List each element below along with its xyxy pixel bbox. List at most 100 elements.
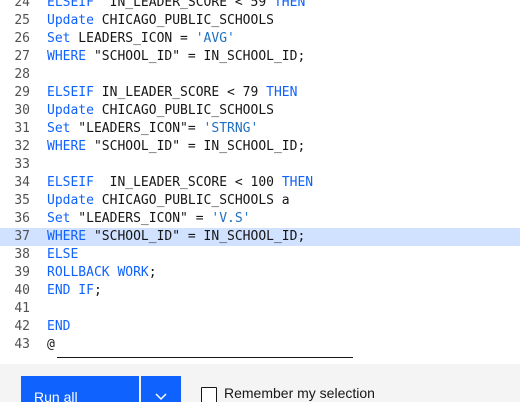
code-text: ELSEIF IN_LEADER_SCORE < 79 THEN (47, 84, 297, 102)
sql-keyword: WHERE (47, 229, 87, 244)
code-line[interactable]: 30 Update CHICAGO_PUBLIC_SCHOOLS (0, 102, 520, 120)
sql-text: "SCHOOL_ID" = IN_SCHOOL_ID; (86, 229, 306, 244)
sql-keyword: ELSEIF (47, 175, 94, 190)
code-text: Update CHICAGO_PUBLIC_SCHOOLS a (47, 192, 290, 210)
code-line[interactable]: 33 (0, 156, 520, 174)
run-all-label: Run all (34, 389, 78, 402)
line-number: 25 (14, 13, 30, 28)
sql-keyword: Set (47, 211, 71, 226)
code-text: ELSEIF IN_LEADER_SCORE < 100 THEN (47, 174, 313, 192)
sql-text: "LEADERS_ICON" = (70, 211, 212, 226)
line-number: 41 (14, 301, 30, 316)
code-text: Update CHICAGO_PUBLIC_SCHOOLS (47, 12, 274, 30)
chevron-down-icon (155, 393, 167, 401)
sql-code-editor[interactable]: 24 ELSEIF IN_LEADER_SCORE < 59 THEN 25 Upda… (0, 0, 520, 364)
code-text: WHERE "SCHOOL_ID" = IN_SCHOOL_ID; (47, 138, 305, 156)
run-options-dropdown-button[interactable] (141, 376, 181, 402)
sql-text: CHICAGO_PUBLIC_SCHOOLS (93, 13, 274, 28)
sql-text: IN_LEADER_SCORE < 59 (93, 0, 274, 10)
code-line[interactable]: 31 Set "LEADERS_ICON"= 'STRNG' (0, 120, 520, 138)
line-number: 36 (14, 211, 30, 226)
sql-keyword: Update (47, 13, 94, 28)
sql-keyword: THEN (281, 175, 314, 190)
sql-string-literal: 'STRNG' (203, 121, 259, 136)
line-number: 32 (14, 139, 30, 154)
code-text: Set LEADERS_ICON = 'AVG' (47, 30, 235, 48)
sql-keyword: Set (47, 121, 71, 136)
code-line[interactable]: 29 ELSEIF IN_LEADER_SCORE < 79 THEN (0, 84, 520, 102)
code-line[interactable]: 27 WHERE "SCHOOL_ID" = IN_SCHOOL_ID; (0, 48, 520, 66)
code-line[interactable]: 26 Set LEADERS_ICON = 'AVG' (0, 30, 520, 48)
code-line[interactable]: 24 ELSEIF IN_LEADER_SCORE < 59 THEN (0, 0, 520, 12)
sql-string-literal: 'V.S' (211, 211, 251, 226)
code-text: END (47, 318, 70, 336)
code-line[interactable]: 43 @ (0, 336, 520, 354)
line-number: 35 (14, 193, 30, 208)
sql-keyword: THEN (266, 85, 298, 100)
code-text: WHERE "SCHOOL_ID" = IN_SCHOOL_ID; (47, 228, 305, 246)
sql-keyword: ELSE (47, 247, 79, 262)
sql-keyword: Update (47, 103, 94, 118)
sql-text: "SCHOOL_ID" = IN_SCHOOL_ID; (86, 139, 306, 154)
code-line[interactable]: 39 ROLLBACK WORK; (0, 264, 520, 282)
sql-text: LEADERS_ICON = (70, 31, 196, 46)
sql-keyword: ROLLBACK WORK (47, 265, 149, 280)
code-text: ROLLBACK WORK; (47, 264, 157, 282)
code-line[interactable]: 38 ELSE (0, 246, 520, 264)
sql-editor-page: 24 ELSEIF IN_LEADER_SCORE < 59 THEN 25 Upda… (0, 0, 520, 402)
code-line[interactable]: 37 WHERE "SCHOOL_ID" = IN_SCHOOL_ID; (0, 228, 520, 246)
line-number: 27 (14, 49, 30, 64)
code-line[interactable]: 42 END (0, 318, 520, 336)
line-number: 30 (14, 103, 30, 118)
line-number: 33 (14, 157, 30, 172)
sql-text: IN_LEADER_SCORE < 79 (93, 85, 267, 100)
run-all-button[interactable]: Run all (21, 376, 139, 402)
code-text: Update CHICAGO_PUBLIC_SCHOOLS (47, 102, 274, 120)
sql-keyword: Set (47, 31, 71, 46)
sql-text: @ (47, 337, 55, 352)
code-text: @ (47, 336, 55, 354)
line-number: 40 (14, 283, 30, 298)
line-number: 42 (14, 319, 30, 334)
line-number: 37 (14, 229, 30, 244)
sql-keyword: THEN (273, 0, 306, 10)
line-number: 43 (14, 337, 30, 352)
sql-keyword: ELSEIF (47, 0, 94, 10)
code-line[interactable]: 34 ELSEIF IN_LEADER_SCORE < 100 THEN (0, 174, 520, 192)
sql-text: CHICAGO_PUBLIC_SCHOOLS a (93, 193, 290, 208)
sql-keyword: ELSEIF (47, 85, 94, 100)
sql-text: ; (148, 265, 157, 280)
input-cursor-underline (57, 357, 353, 358)
line-number: 26 (14, 31, 30, 46)
sql-text: IN_LEADER_SCORE < 100 (93, 175, 282, 190)
line-number: 24 (14, 0, 30, 10)
line-number: 39 (14, 265, 30, 280)
sql-keyword: WHERE (47, 139, 87, 154)
editor-footer-toolbar: Run all Remember my selection (0, 364, 520, 402)
line-number: 34 (14, 175, 30, 190)
code-line[interactable]: 35 Update CHICAGO_PUBLIC_SCHOOLS a (0, 192, 520, 210)
code-line[interactable]: 40 END IF; (0, 282, 520, 300)
remember-selection-label[interactable]: Remember my selection (224, 385, 375, 401)
line-number: 28 (14, 67, 30, 82)
remember-selection-checkbox[interactable] (201, 387, 217, 402)
sql-keyword: Update (47, 193, 94, 208)
line-number: 31 (14, 121, 30, 136)
code-line[interactable]: 32 WHERE "SCHOOL_ID" = IN_SCHOOL_ID; (0, 138, 520, 156)
sql-keyword: END IF (47, 283, 94, 298)
code-text: END IF; (47, 282, 102, 300)
sql-keyword: END (47, 319, 71, 334)
code-line[interactable]: 25 Update CHICAGO_PUBLIC_SCHOOLS (0, 12, 520, 30)
code-text: WHERE "SCHOOL_ID" = IN_SCHOOL_ID; (47, 48, 305, 66)
line-number: 38 (14, 247, 30, 262)
code-text: ELSE (47, 246, 78, 264)
sql-text: "LEADERS_ICON"= (70, 121, 204, 136)
code-line[interactable]: 41 (0, 300, 520, 318)
code-line[interactable]: 28 (0, 66, 520, 84)
code-line[interactable]: 36 Set "LEADERS_ICON" = 'V.S' (0, 210, 520, 228)
sql-text: "SCHOOL_ID" = IN_SCHOOL_ID; (86, 49, 306, 64)
code-text: ELSEIF IN_LEADER_SCORE < 59 THEN (47, 0, 305, 12)
sql-keyword: WHERE (47, 49, 87, 64)
code-text: Set "LEADERS_ICON" = 'V.S' (47, 210, 251, 228)
sql-text: ; (93, 283, 102, 298)
